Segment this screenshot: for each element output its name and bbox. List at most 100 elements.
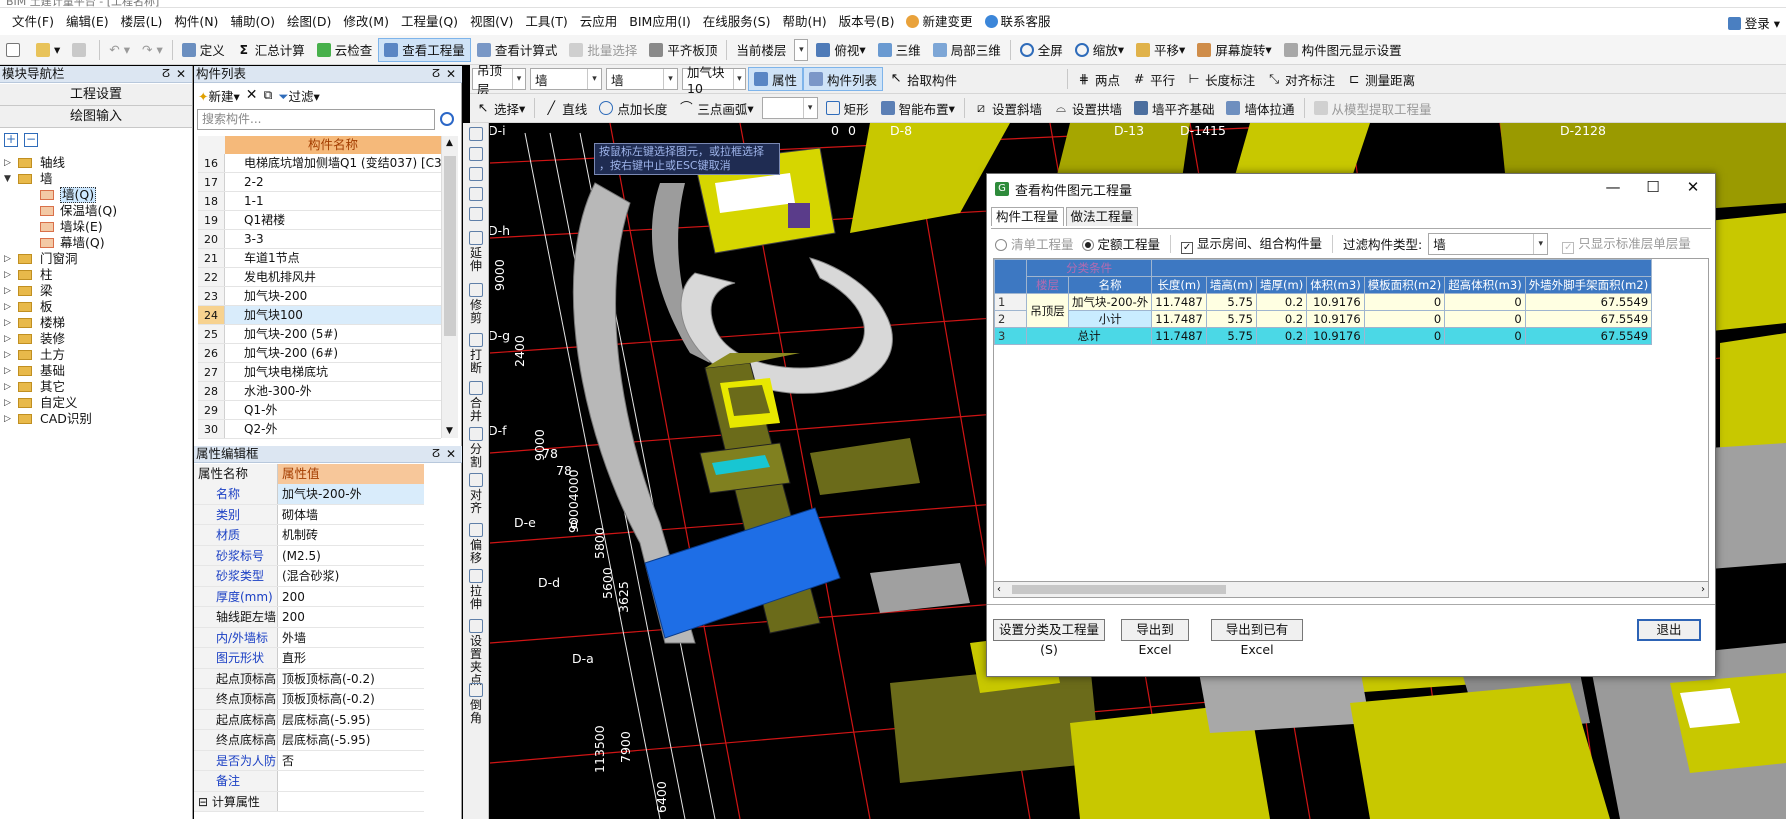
property-value[interactable]: 200 bbox=[278, 607, 424, 627]
new-file-icon[interactable] bbox=[0, 38, 30, 62]
flat-base-button[interactable]: 墙平齐基础 bbox=[1128, 96, 1221, 120]
expand-arrow-icon[interactable]: ▷ bbox=[4, 411, 11, 427]
property-row[interactable]: 起点底标高 层底标高(-5.95) bbox=[194, 709, 424, 730]
property-value[interactable] bbox=[278, 771, 424, 791]
grid-horizontal-scrollbar[interactable]: ‹ › bbox=[993, 582, 1709, 598]
radio-list-quantity[interactable]: 清单工程量 bbox=[995, 234, 1074, 253]
tree-node[interactable]: ▷ 装修 bbox=[0, 331, 192, 347]
property-row[interactable]: 终点底标高 层底标高(-5.95) bbox=[194, 730, 424, 751]
property-row[interactable]: 轴线距左墙 200 bbox=[194, 607, 424, 628]
element-display-button[interactable]: 构件图元显示设置 bbox=[1278, 38, 1408, 62]
scroll-left-icon[interactable]: ‹ bbox=[997, 582, 1001, 597]
side-tool-button[interactable]: 合并 bbox=[467, 381, 485, 423]
property-value[interactable]: 否 bbox=[278, 751, 424, 771]
menu-draw[interactable]: 绘图(D) bbox=[281, 8, 337, 35]
side-tool-button[interactable]: 拉伸 bbox=[467, 569, 485, 611]
collapse-arrow-icon[interactable]: ▼ bbox=[4, 171, 11, 187]
collapse-icon[interactable]: ⊟ bbox=[198, 795, 212, 809]
tree-node[interactable]: ▷ 基础 bbox=[0, 363, 192, 379]
minimize-icon[interactable]: — bbox=[1593, 178, 1633, 196]
point-length-button[interactable]: 点加长度 bbox=[593, 96, 673, 120]
menu-file[interactable]: 文件(F) bbox=[6, 8, 60, 35]
smart-layout-button[interactable]: 智能布置 ▾ bbox=[875, 96, 961, 120]
property-value[interactable]: 200 bbox=[278, 587, 424, 607]
property-row[interactable]: 砂浆类型 (混合砂浆) bbox=[194, 566, 424, 587]
menu-version[interactable]: 版本号(B) bbox=[833, 8, 901, 35]
tree-child-node[interactable]: 墙垛(E) bbox=[0, 219, 192, 235]
menu-component[interactable]: 构件(N) bbox=[168, 8, 224, 35]
table-row[interactable]: 29 Q1-外 bbox=[198, 401, 441, 420]
side-tool-button[interactable]: 分割 bbox=[467, 427, 485, 469]
property-row[interactable]: 材质 机制砖 bbox=[194, 525, 424, 546]
property-value[interactable]: 顶板顶标高(-0.2) bbox=[278, 669, 424, 689]
side-tool-button[interactable]: 偏移 bbox=[467, 523, 485, 565]
subtype-select[interactable]: 墙 ▾ bbox=[606, 68, 678, 90]
local-3d-button[interactable]: 局部三维 bbox=[927, 38, 1007, 62]
tree-node[interactable]: ▷ 梁 bbox=[0, 283, 192, 299]
menu-tools[interactable]: 工具(T) bbox=[519, 8, 573, 35]
batch-select-button[interactable]: 批量选择 bbox=[563, 38, 643, 62]
menu-modify[interactable]: 修改(M) bbox=[337, 8, 395, 35]
grid-row[interactable]: 2 小计 11.7487 5.75 0.2 10.9176 0 0 67.5549 bbox=[994, 310, 1653, 328]
property-value[interactable]: 层底标高(-5.95) bbox=[278, 730, 424, 750]
property-value[interactable]: 外墙 bbox=[278, 628, 424, 648]
expand-arrow-icon[interactable]: ▷ bbox=[4, 363, 11, 379]
3d-button[interactable]: 三维 bbox=[872, 38, 927, 62]
scroll-down-icon[interactable]: ▼ bbox=[446, 426, 453, 436]
component-list-button[interactable]: 构件列表 bbox=[803, 67, 884, 91]
scroll-right-icon[interactable]: › bbox=[1701, 582, 1705, 597]
delete-icon[interactable]: ✕ bbox=[246, 87, 258, 103]
property-value[interactable]: (M2.5) bbox=[278, 546, 424, 566]
export-existing-excel-button[interactable]: 导出到已有Excel bbox=[1211, 619, 1303, 657]
extract-quantity-button[interactable]: 从模型提取工程量 bbox=[1308, 96, 1438, 120]
attributes-button[interactable]: 属性 bbox=[748, 67, 804, 91]
cloud-check-button[interactable]: 云检查 bbox=[311, 38, 379, 62]
side-tool-button[interactable]: 打断 bbox=[467, 333, 485, 375]
component-select[interactable]: 加气块10 ▾ bbox=[682, 65, 746, 96]
menu-online[interactable]: 在线服务(S) bbox=[697, 8, 777, 35]
tree-child-node[interactable]: 墙(Q) bbox=[0, 187, 192, 203]
menu-aux[interactable]: 辅助(O) bbox=[224, 8, 281, 35]
property-row[interactable]: 砂浆标号 (M2.5) bbox=[194, 545, 424, 566]
tree-node[interactable]: ▷ CAD识别 bbox=[0, 411, 192, 427]
expand-arrow-icon[interactable]: ▷ bbox=[4, 315, 11, 331]
table-row[interactable]: 17 2-2 bbox=[198, 173, 441, 192]
floor-select[interactable]: 吊顶层 ▾ bbox=[472, 63, 526, 97]
tree-node[interactable]: ▼ 墙 bbox=[0, 171, 192, 187]
menu-help[interactable]: 帮助(H) bbox=[776, 8, 832, 35]
pick-component-button[interactable]: ↖ 拾取构件 bbox=[883, 67, 963, 91]
select-icon[interactable] bbox=[467, 127, 485, 143]
menu-quantity[interactable]: 工程量(Q) bbox=[395, 8, 464, 35]
view-quantity-button[interactable]: 查看工程量 bbox=[378, 37, 471, 62]
pin-icon[interactable]: ⵒ bbox=[432, 446, 440, 462]
set-category-button[interactable]: 设置分类及工程量(S) bbox=[993, 619, 1105, 657]
tree-node[interactable]: ▷ 自定义 bbox=[0, 395, 192, 411]
standard-floor-checkbox[interactable]: ✓ 只显示标准层单层量 bbox=[1562, 233, 1691, 254]
pin-icon[interactable]: ⵒ bbox=[432, 66, 440, 82]
side-tool-button[interactable]: 延伸 bbox=[467, 231, 485, 273]
property-row[interactable]: 备注 bbox=[194, 771, 424, 792]
property-row[interactable]: ⊟ 计算属性 bbox=[194, 791, 424, 812]
tab-method-quantity[interactable]: 做法工程量 bbox=[1065, 207, 1139, 226]
expand-arrow-icon[interactable]: ▷ bbox=[4, 379, 11, 395]
current-floor-dropdown[interactable]: ▾ bbox=[794, 38, 809, 61]
expand-arrow-icon[interactable]: ▷ bbox=[4, 331, 11, 347]
type-select[interactable]: 墙 ▾ bbox=[530, 68, 602, 90]
move-icon[interactable] bbox=[467, 187, 485, 203]
close-icon[interactable]: ✕ bbox=[446, 446, 456, 462]
line-icon[interactable] bbox=[467, 147, 485, 163]
top-view-button[interactable]: 俯视 ▾ bbox=[810, 38, 871, 62]
arch-wall-button[interactable]: ⌓ 设置拱墙 bbox=[1048, 96, 1128, 120]
table-row[interactable]: 16 电梯底坑增加侧墙Q1 (变结037) [C3 bbox=[198, 154, 441, 173]
expand-arrow-icon[interactable]: ▷ bbox=[4, 395, 11, 411]
property-value[interactable]: 砌体墙 bbox=[278, 505, 424, 525]
table-row[interactable]: 20 3-3 bbox=[198, 230, 441, 249]
table-row[interactable]: 19 Q1裙楼 bbox=[198, 211, 441, 230]
menu-edit[interactable]: 编辑(E) bbox=[60, 8, 115, 35]
grid-row[interactable]: 1 吊顶层 加气块-200-外 11.7487 5.75 0.2 10.9176 0 0 67.5… bbox=[994, 293, 1653, 328]
tree-child-node[interactable]: 保温墙(Q) bbox=[0, 203, 192, 219]
property-value[interactable] bbox=[278, 792, 424, 812]
undo-icon[interactable]: ↶ ▾ bbox=[103, 38, 136, 62]
maximize-icon[interactable]: ☐ bbox=[1633, 178, 1673, 196]
property-row[interactable]: 内/外墙标 外墙 bbox=[194, 627, 424, 648]
